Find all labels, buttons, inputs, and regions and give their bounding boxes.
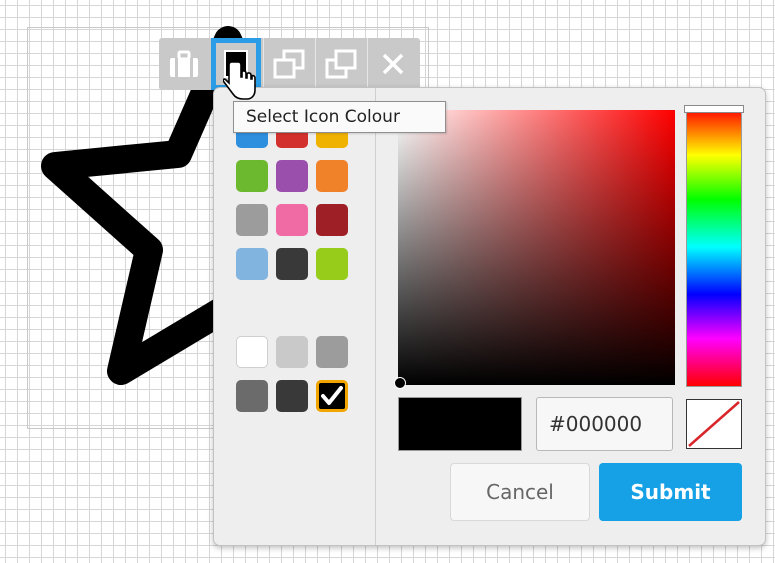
group-button[interactable] xyxy=(159,38,209,90)
hex-input[interactable] xyxy=(536,397,673,451)
grey-swatch[interactable] xyxy=(276,380,308,412)
no-color-button[interactable] xyxy=(686,399,742,449)
checkmark-icon xyxy=(321,386,343,405)
colour-picker-popup: Cancel Submit xyxy=(213,87,766,546)
sv-handle[interactable] xyxy=(394,377,406,389)
hue-handle[interactable] xyxy=(684,105,744,113)
toolbar xyxy=(159,38,420,90)
sv-black-layer xyxy=(398,110,675,385)
grey-swatch[interactable] xyxy=(236,380,268,412)
hand-cursor-icon xyxy=(223,61,256,100)
close-icon xyxy=(382,53,403,75)
bring-forward-icon xyxy=(273,49,304,79)
send-backward-button[interactable] xyxy=(315,38,365,90)
briefcase-icon xyxy=(170,50,198,77)
bring-forward-button[interactable] xyxy=(263,38,313,90)
color-swatch[interactable] xyxy=(316,248,348,280)
hue-slider[interactable] xyxy=(686,107,742,387)
divider xyxy=(375,88,376,545)
saturation-value-area[interactable] xyxy=(398,110,675,385)
no-color-icon xyxy=(688,401,740,447)
color-swatch[interactable] xyxy=(316,160,348,192)
color-swatch[interactable] xyxy=(236,160,268,192)
cancel-button[interactable]: Cancel xyxy=(450,463,590,521)
grey-swatch[interactable] xyxy=(236,336,268,368)
grey-swatch[interactable] xyxy=(316,380,348,412)
color-preview xyxy=(398,397,522,451)
color-swatch[interactable] xyxy=(316,204,348,236)
delete-button[interactable] xyxy=(367,38,417,90)
grey-swatch[interactable] xyxy=(316,336,348,368)
tooltip: Select Icon Colour xyxy=(233,101,446,133)
grey-swatch[interactable] xyxy=(276,336,308,368)
color-swatch[interactable] xyxy=(276,248,308,280)
send-backward-icon xyxy=(325,49,356,79)
color-swatch[interactable] xyxy=(276,204,308,236)
color-swatch[interactable] xyxy=(236,204,268,236)
color-swatch[interactable] xyxy=(276,160,308,192)
color-swatch[interactable] xyxy=(236,248,268,280)
submit-button[interactable]: Submit xyxy=(599,463,742,521)
